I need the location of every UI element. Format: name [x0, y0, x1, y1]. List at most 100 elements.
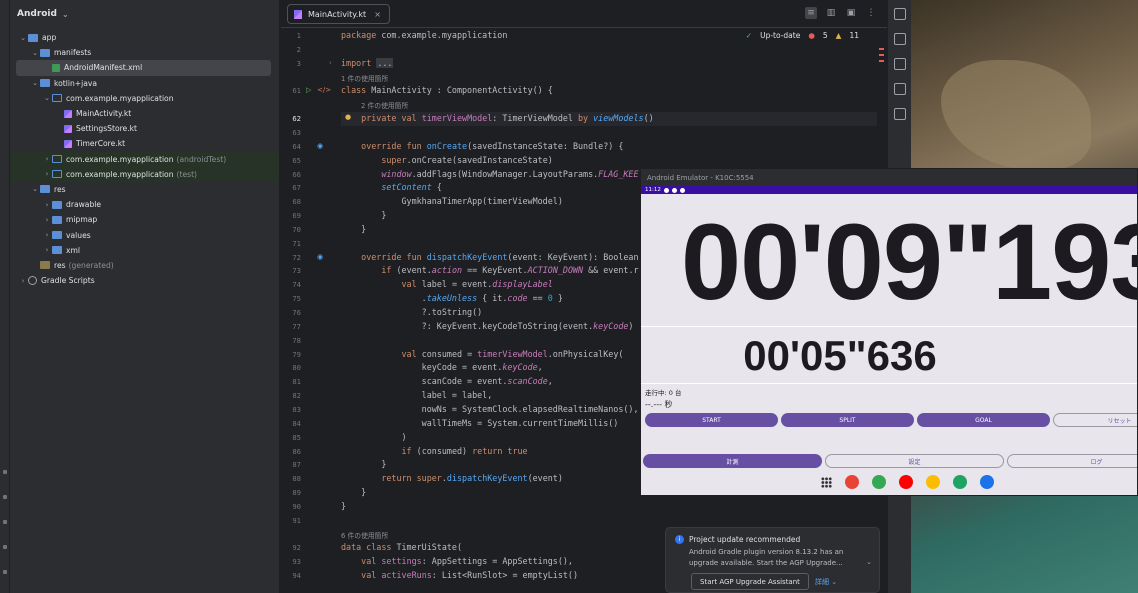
device-explorer-icon[interactable]	[894, 83, 906, 95]
usage-hint[interactable]: 2 件の使用箇所	[361, 100, 408, 110]
tool-icon[interactable]	[3, 495, 7, 499]
chevron-right-icon[interactable]: ›	[42, 155, 52, 163]
more-icon[interactable]: ⋮	[865, 7, 877, 19]
dock-app-icon[interactable]	[872, 475, 886, 489]
timer-button-3[interactable]: リセット	[1053, 413, 1137, 427]
tree-item[interactable]: ⌄ com.example.myapplication	[10, 91, 279, 106]
code-view-icon[interactable]: ≡	[805, 7, 817, 19]
start-agp-upgrade-button[interactable]: Start AGP Upgrade Assistant	[691, 573, 809, 590]
code-line[interactable]: keyCode = event.keyCode,	[341, 362, 543, 372]
code-line[interactable]: import ...	[341, 57, 394, 68]
code-line[interactable]: .takeUnless { it.code == 0 }	[341, 293, 563, 303]
android-emulator-window[interactable]: Android Emulator - K10C:5554 11:12 00'09…	[640, 168, 1138, 496]
code-line[interactable]: override fun dispatchKeyEvent(event: Key…	[341, 252, 638, 262]
tool-icon[interactable]	[3, 470, 7, 474]
tab-mainactivity[interactable]: MainActivity.kt ×	[287, 4, 390, 24]
code-line[interactable]: override fun onCreate(savedInstanceState…	[341, 141, 623, 151]
dock-app-icon[interactable]	[980, 475, 994, 489]
tree-item[interactable]: AndroidManifest.xml	[16, 60, 271, 76]
code-line[interactable]: nowNs = SystemClock.elapsedRealtimeNanos…	[341, 404, 639, 414]
tree-item[interactable]: › xml	[10, 243, 279, 258]
code-line[interactable]: private val timerViewModel: TimerViewMod…	[341, 113, 653, 123]
tree-item[interactable]: ⌄ kotlin+java	[10, 76, 279, 91]
tree-item[interactable]: › com.example.myapplication (androidTest)	[10, 151, 279, 167]
run-icon[interactable]: ▷	[306, 86, 311, 94]
tree-item[interactable]: MainActivity.kt	[10, 106, 279, 121]
code-line[interactable]: )	[341, 432, 407, 442]
tool-icon[interactable]	[3, 520, 7, 524]
code-line[interactable]: val consumed = timerViewModel.onPhysical…	[341, 349, 624, 359]
project-view-selector[interactable]: Android ⌄	[10, 0, 279, 28]
code-line[interactable]: super.onCreate(savedInstanceState)	[341, 155, 552, 165]
timer-button-0[interactable]: START	[645, 413, 778, 427]
chevron-right-icon[interactable]: ›	[42, 216, 52, 224]
code-line[interactable]: GymkhanaTimerApp(timerViewModel)	[341, 196, 563, 206]
code-line[interactable]: val activeRuns: List<RunSlot> = emptyLis…	[341, 570, 578, 580]
chevron-down-icon[interactable]: ⌄	[30, 79, 40, 87]
tree-item[interactable]: › com.example.myapplication (test)	[10, 166, 279, 182]
code-line[interactable]: }	[341, 487, 366, 497]
code-line[interactable]: }	[341, 459, 386, 469]
nav-tab-1[interactable]: 設定	[825, 454, 1004, 468]
tool-icon[interactable]	[3, 570, 7, 574]
chevron-down-icon[interactable]: ⌄	[42, 94, 52, 102]
code-line[interactable]: }	[341, 224, 366, 234]
compose-icon[interactable]: </>	[317, 86, 331, 94]
chevron-right-icon[interactable]: ›	[42, 201, 52, 209]
device-manager-icon[interactable]	[894, 58, 906, 70]
close-icon[interactable]: ×	[374, 10, 381, 19]
app-drawer-icon[interactable]	[821, 476, 832, 488]
code-line[interactable]: ?: KeyEvent.keyCodeToString(event.keyCod…	[341, 321, 634, 331]
code-line[interactable]: if (consumed) return true	[341, 446, 528, 456]
dock-app-icon[interactable]	[953, 475, 967, 489]
usage-hint[interactable]: 6 件の使用箇所	[341, 530, 388, 540]
chevron-down-icon[interactable]: ⌄	[30, 49, 40, 57]
override-icon[interactable]: ◉	[317, 253, 323, 261]
chevron-down-icon[interactable]: ⌄	[30, 185, 40, 193]
details-link[interactable]: 詳細 ⌄	[815, 577, 837, 587]
code-line[interactable]: ?.toString()	[341, 307, 483, 317]
error-marker[interactable]	[879, 60, 884, 62]
tree-item[interactable]: ⌄ manifests	[10, 45, 279, 60]
code-line[interactable]: data class TimerUiState(	[341, 542, 462, 552]
timer-button-2[interactable]: GOAL	[917, 413, 1050, 427]
code-line[interactable]: class MainActivity : ComponentActivity()…	[341, 85, 553, 95]
chevron-down-icon[interactable]: ⌄	[866, 558, 872, 566]
tool-icon[interactable]	[3, 545, 7, 549]
code-line[interactable]: window.addFlags(WindowManager.LayoutPara…	[341, 169, 638, 179]
tree-item[interactable]: › values	[10, 227, 279, 242]
chevron-right-icon[interactable]: ›	[42, 170, 52, 178]
nav-tab-0[interactable]: 計測	[643, 454, 822, 468]
dock-app-icon[interactable]	[926, 475, 940, 489]
chevron-down-icon[interactable]: ⌄	[18, 34, 28, 42]
tree-item[interactable]: › mipmap	[10, 212, 279, 227]
code-line[interactable]: return super.dispatchKeyEvent(event)	[341, 473, 563, 483]
code-line[interactable]: wallTimeMs = System.currentTimeMillis()	[341, 418, 619, 428]
notifications-icon[interactable]	[894, 8, 906, 20]
tree-item[interactable]: TimerCore.kt	[10, 136, 279, 151]
code-line[interactable]: }	[341, 501, 346, 511]
code-line[interactable]: package com.example.myapplication	[341, 30, 507, 40]
tree-item[interactable]: ⌄ res	[10, 182, 279, 197]
code-line[interactable]: setContent {	[341, 182, 442, 192]
tree-item[interactable]: SettingsStore.kt	[10, 121, 279, 136]
gradle-icon[interactable]	[894, 33, 906, 45]
tree-item[interactable]: res (generated)	[10, 258, 279, 273]
chevron-right-icon[interactable]: ›	[42, 231, 52, 239]
override-icon[interactable]: ◉	[317, 142, 323, 150]
code-line[interactable]: label = label,	[341, 390, 493, 400]
split-view-icon[interactable]: ▥	[825, 7, 837, 19]
code-line[interactable]: val label = event.displayLabel	[341, 279, 553, 289]
tree-item[interactable]: ⌄ app	[10, 30, 279, 45]
chevron-right-icon[interactable]: ›	[18, 277, 28, 285]
tree-item[interactable]: › Gradle Scripts	[10, 273, 279, 288]
error-marker[interactable]	[879, 54, 884, 56]
tree-item[interactable]: › drawable	[10, 197, 279, 212]
dock-app-icon[interactable]	[899, 475, 913, 489]
inspection-status[interactable]: ✓ Up-to-date ● 5 ▲ 11	[746, 31, 859, 40]
nav-tab-2[interactable]: ログ	[1007, 454, 1137, 468]
code-line[interactable]: }	[341, 210, 386, 220]
chevron-right-icon[interactable]: ›	[42, 246, 52, 254]
timer-button-1[interactable]: SPLIT	[781, 413, 914, 427]
error-marker[interactable]	[879, 48, 884, 50]
